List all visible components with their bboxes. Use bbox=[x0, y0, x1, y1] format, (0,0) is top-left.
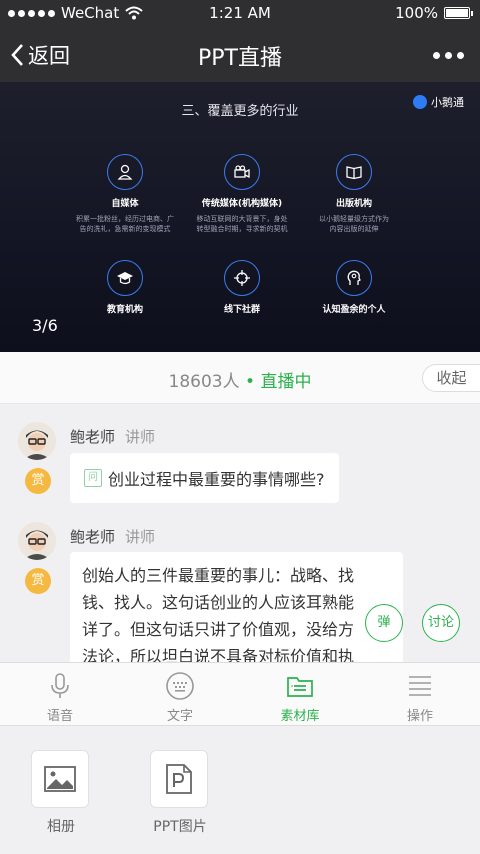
photo-album-icon bbox=[44, 766, 76, 792]
tab-material-library[interactable]: 素材库 bbox=[240, 663, 360, 725]
more-options-button[interactable] bbox=[433, 52, 464, 59]
live-status: 直播中 bbox=[260, 372, 312, 392]
tab-label: 语音 bbox=[46, 709, 73, 724]
album-button[interactable]: 相册 bbox=[31, 750, 91, 836]
discuss-button[interactable]: 讨论 bbox=[422, 604, 460, 642]
material-library-icon bbox=[287, 677, 313, 697]
live-audience: 18603人 • 直播中 bbox=[0, 367, 480, 392]
xiaoetong-logo-icon bbox=[413, 95, 427, 109]
lecturer-avatar-icon bbox=[18, 522, 56, 560]
keyboard-icon bbox=[166, 672, 194, 700]
message-line: 详了。但这句话只讲了价值观，没给方 bbox=[82, 620, 355, 639]
tab-label: 操作 bbox=[406, 709, 433, 724]
ppt-image-label: PPT图片 bbox=[153, 819, 207, 835]
slide-title: 三、覆盖更多的行业 bbox=[181, 104, 299, 119]
reward-button[interactable]: 赏 bbox=[25, 468, 51, 494]
slide-item-publishing: 出版机构 以小鹅轻量级方式作为 内容出版的延伸 bbox=[284, 154, 424, 234]
tab-label: 文字 bbox=[166, 709, 193, 724]
ppt-image-button[interactable]: PPT图片 bbox=[150, 750, 210, 836]
question-icon: 问 bbox=[84, 469, 102, 487]
live-status-bar: 18603人 • 直播中 收起 bbox=[0, 352, 480, 404]
message-line: 法论，所以坦白说不具备对标价值和执 bbox=[82, 647, 355, 662]
book-icon bbox=[336, 154, 372, 190]
input-tab-bar: 语音 文字 素材库 操作 bbox=[0, 662, 480, 726]
slide-item-cognitive-surplus: 认知盈余的个人 bbox=[284, 260, 424, 315]
sender-line: 鲍老师 讲师 bbox=[70, 526, 155, 547]
tab-voice[interactable]: 语音 bbox=[0, 663, 120, 725]
tab-text[interactable]: 文字 bbox=[120, 663, 240, 725]
user-icon bbox=[107, 154, 143, 190]
question-bubble[interactable]: 问 创业过程中最重要的事情哪些? bbox=[70, 453, 339, 503]
lecturer-avatar-icon bbox=[18, 422, 56, 460]
slide-item-desc-line: 内容出版的延伸 bbox=[329, 225, 379, 233]
navigation-bar: 返回 PPT直播 bbox=[0, 28, 480, 82]
slide-item-label: 认知盈余的个人 bbox=[322, 305, 386, 315]
danmu-button[interactable]: 弹 bbox=[365, 604, 403, 642]
sender-role: 讲师 bbox=[125, 428, 156, 446]
album-label: 相册 bbox=[47, 819, 75, 835]
slide-item-label: 出版机构 bbox=[335, 199, 372, 209]
video-camera-icon bbox=[224, 154, 260, 190]
tab-label: 素材库 bbox=[280, 709, 320, 724]
audience-count: 18603人 bbox=[168, 372, 240, 392]
message-line: 创始人的三件最重要的事儿：战略、找 bbox=[82, 566, 355, 585]
page-title: PPT直播 bbox=[198, 46, 282, 71]
chat-list[interactable]: 赏 鲍老师 讲师 问 创业过程中最重要的事情哪些? 赏 鲍老师 讲师 创始人的三件最… bbox=[0, 404, 480, 662]
ppt-image-tile bbox=[150, 750, 208, 808]
battery-group: 100% bbox=[395, 4, 473, 22]
graduation-cap-icon bbox=[107, 260, 143, 296]
slide-pager: 3/6 bbox=[32, 316, 58, 335]
menu-list-icon bbox=[409, 676, 431, 696]
reward-button[interactable]: 赏 bbox=[25, 568, 51, 594]
microphone-icon bbox=[51, 673, 69, 698]
avatar[interactable] bbox=[18, 522, 56, 560]
battery-percent: 100% bbox=[395, 4, 438, 22]
text-bubble[interactable]: 创始人的三件最重要的事儿：战略、找 钱、找人。这句话创业的人应该耳熟能 详了。但… bbox=[70, 552, 403, 662]
material-panel: 相册 PPT图片 bbox=[0, 726, 480, 854]
brand-badge: 小鹅通 bbox=[413, 94, 464, 110]
tab-actions[interactable]: 操作 bbox=[360, 663, 480, 725]
album-tile bbox=[31, 750, 89, 808]
ppt-image-icon bbox=[166, 764, 192, 794]
battery-icon bbox=[444, 7, 473, 19]
avatar[interactable] bbox=[18, 422, 56, 460]
slide-item-desc: 以小鹅轻量级方式作为 内容出版的延伸 bbox=[284, 214, 424, 234]
slide-item-desc-line: 以小鹅轻量级方式作为 bbox=[319, 215, 389, 223]
sender-name: 鲍老师 bbox=[70, 428, 116, 446]
brand-label: 小鹅通 bbox=[431, 96, 464, 109]
idea-head-icon bbox=[336, 260, 372, 296]
ppt-slide[interactable]: 三、覆盖更多的行业 小鹅通 自媒体 积累一批粉丝，经历过电商、广 告的洗礼，急需新… bbox=[0, 82, 480, 352]
message-line: 钱、找人。这句话创业的人应该耳熟能 bbox=[82, 593, 355, 612]
crosshair-icon bbox=[224, 260, 260, 296]
collapse-button[interactable]: 收起 bbox=[422, 364, 480, 392]
question-text: 创业过程中最重要的事情哪些? bbox=[108, 470, 325, 489]
sender-role: 讲师 bbox=[125, 528, 156, 546]
sender-name: 鲍老师 bbox=[70, 528, 116, 546]
live-separator: • bbox=[245, 372, 256, 392]
sender-line: 鲍老师 讲师 bbox=[70, 426, 155, 447]
status-bar: WeChat 1:21 AM 100% bbox=[0, 0, 480, 28]
